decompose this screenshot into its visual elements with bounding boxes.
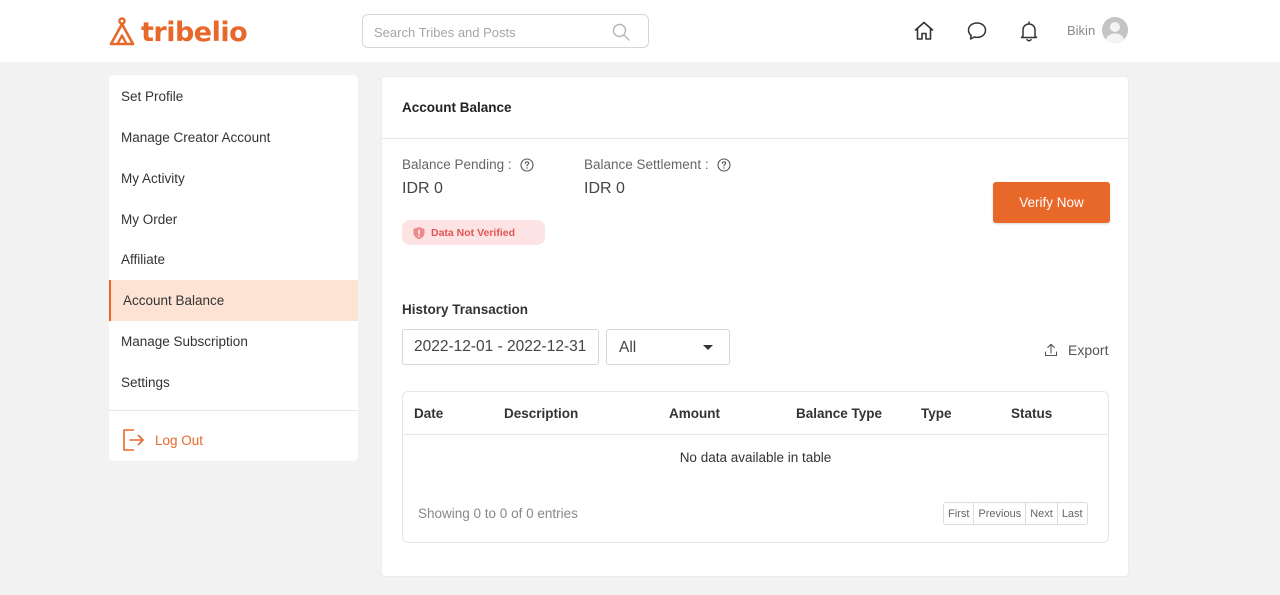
table-empty-message: No data available in table	[679, 450, 832, 465]
sidebar-item-label: Manage Subscription	[121, 334, 248, 349]
search-input[interactable]	[374, 22, 604, 42]
balance-settlement-label: Balance Settlement :	[584, 157, 731, 172]
bell-icon[interactable]	[1017, 19, 1041, 43]
logout-button[interactable]: Log Out	[121, 427, 203, 453]
avatar[interactable]	[1102, 17, 1128, 43]
table-info: Showing 0 to 0 of 0 entries	[418, 506, 578, 521]
sidebar-item-set-profile[interactable]: Set Profile	[109, 76, 358, 117]
column-header-status[interactable]: Status	[1011, 406, 1052, 421]
balance-pending-label-text: Balance Pending :	[402, 157, 512, 172]
status-badge-text: Data Not Verified	[431, 226, 516, 239]
sidebar-item-label: My Order	[121, 212, 178, 227]
shield-alert-icon	[413, 226, 425, 239]
settings-sidebar: Set Profile Manage Creator Account My Ac…	[109, 75, 358, 461]
table-header-divider	[403, 434, 1108, 435]
sidebar-item-label: Affiliate	[121, 252, 166, 267]
title-divider	[382, 138, 1128, 139]
pagination: First Previous Next Last	[943, 502, 1088, 525]
status-badge: Data Not Verified	[402, 220, 545, 245]
sidebar-item-label: My Activity	[121, 171, 185, 186]
upload-icon	[1044, 343, 1058, 357]
date-range-input[interactable]	[402, 329, 599, 365]
column-header-balance-type[interactable]: Balance Type	[796, 406, 882, 421]
page-title: Account Balance	[402, 100, 512, 115]
column-header-description[interactable]: Description	[504, 406, 578, 421]
pagination-last-button[interactable]: Last	[1057, 503, 1087, 524]
sidebar-item-label: Set Profile	[121, 89, 184, 104]
brand-logo[interactable]: tribelio	[108, 15, 248, 49]
export-label: Export	[1068, 342, 1109, 358]
export-button[interactable]: Export	[1044, 342, 1108, 358]
filter-select-value: All	[619, 339, 637, 356]
sidebar-item-label: Settings	[121, 375, 170, 390]
brand-name: tribelio	[141, 16, 248, 48]
balance-pending-value: IDR 0	[402, 180, 443, 197]
sidebar-item-my-order[interactable]: My Order	[109, 199, 358, 240]
account-balance-panel: Account Balance Balance Pending : IDR 0 …	[381, 76, 1129, 577]
pagination-next-button[interactable]: Next	[1026, 503, 1058, 524]
balance-settlement-label-text: Balance Settlement :	[584, 157, 709, 172]
home-icon[interactable]	[912, 19, 936, 43]
help-icon[interactable]	[717, 157, 731, 172]
top-navbar: tribelio Bikin	[0, 0, 1280, 62]
search-box	[362, 14, 649, 48]
pagination-first-button[interactable]: First	[944, 503, 975, 524]
history-transaction-title: History Transaction	[402, 302, 529, 317]
user-avatar-icon	[1102, 17, 1128, 43]
sidebar-divider	[109, 410, 358, 411]
user-name[interactable]: Bikin	[1067, 23, 1095, 38]
column-header-type[interactable]: Type	[921, 406, 952, 421]
sidebar-item-manage-creator-account[interactable]: Manage Creator Account	[109, 117, 358, 158]
sidebar-item-label: Manage Creator Account	[121, 130, 271, 145]
logout-icon	[123, 429, 144, 451]
balance-pending-label: Balance Pending :	[402, 157, 534, 172]
column-header-amount[interactable]: Amount	[669, 406, 720, 421]
sidebar-item-manage-subscription[interactable]: Manage Subscription	[109, 321, 358, 362]
chat-icon[interactable]	[965, 19, 989, 43]
sidebar-item-account-balance[interactable]: Account Balance	[109, 280, 358, 321]
logout-label: Log Out	[155, 432, 204, 448]
balance-settlement-value: IDR 0	[584, 180, 625, 197]
verify-now-button[interactable]: Verify Now	[993, 182, 1110, 223]
sidebar-item-my-activity[interactable]: My Activity	[109, 158, 358, 199]
filter-select[interactable]: All	[606, 329, 730, 365]
caret-down-icon	[703, 345, 713, 350]
pagination-previous-button[interactable]: Previous	[974, 503, 1027, 524]
sidebar-item-settings[interactable]: Settings	[109, 362, 358, 403]
help-icon[interactable]	[520, 157, 534, 172]
column-header-date[interactable]: Date	[414, 406, 443, 421]
sidebar-item-affiliate[interactable]: Affiliate	[109, 239, 358, 280]
tent-logo-icon	[109, 17, 135, 46]
search-icon[interactable]	[611, 22, 631, 42]
transaction-table: Date Description Amount Balance Type Typ…	[402, 391, 1109, 543]
sidebar-item-label: Account Balance	[123, 293, 225, 308]
